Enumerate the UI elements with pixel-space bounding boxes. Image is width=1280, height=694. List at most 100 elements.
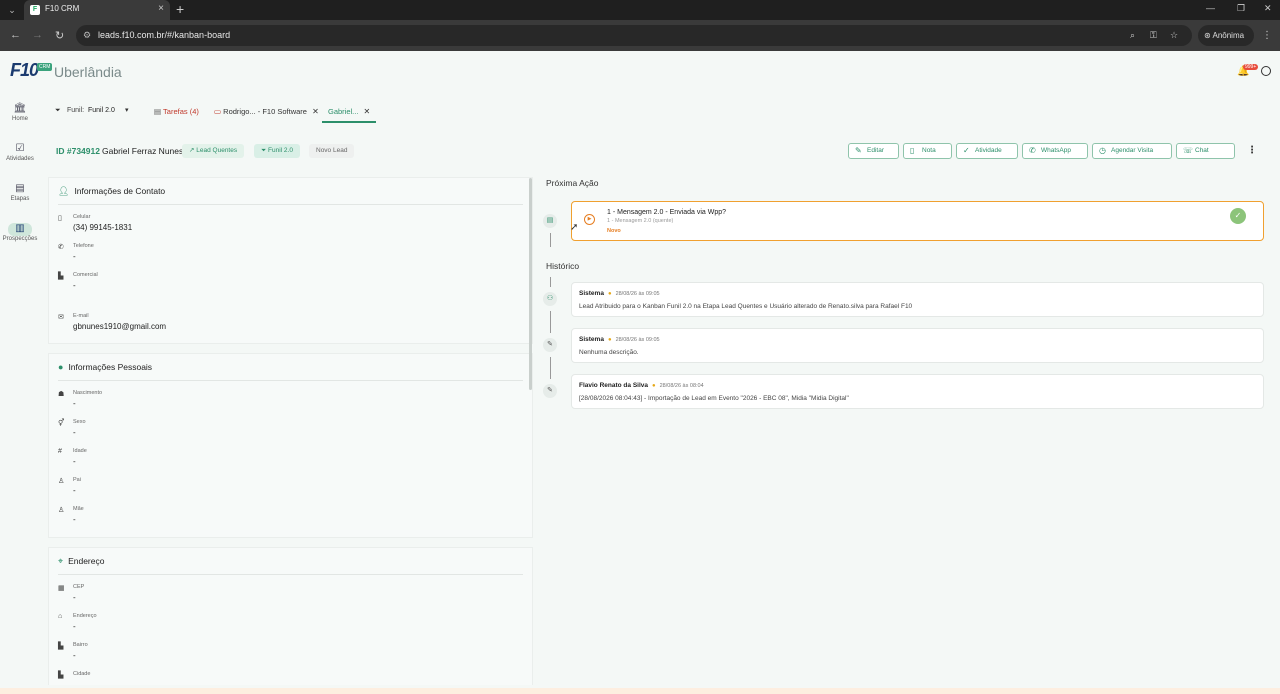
field-label: Endereço — [73, 613, 97, 619]
complete-check-icon[interactable]: ✓ — [1230, 208, 1246, 224]
url-input[interactable]: ⚙ leads.f10.com.br/#/kanban-board ⌕ ⚿ ☆ — [76, 25, 1192, 46]
nota-button[interactable]: ▯ Nota — [903, 143, 952, 159]
incognito-profile-button[interactable]: ⊛ Anônima — [1198, 25, 1254, 46]
more-options-icon[interactable]: ⋮ — [1247, 145, 1257, 156]
history-date: 28/08/26 às 09:05 — [615, 291, 660, 297]
timeline-line — [550, 357, 551, 379]
whatsapp-button[interactable]: ✆ WhatsApp — [1022, 143, 1088, 159]
field-label: Nascimento — [73, 390, 103, 396]
tab-search-icon[interactable]: ⌄ — [4, 3, 20, 17]
assign-user-icon: ⚇ — [543, 292, 557, 306]
zoom-icon[interactable]: ⌕ — [1130, 30, 1135, 41]
forward-icon[interactable]: → — [32, 29, 43, 41]
lead-id: ID #734912 — [56, 146, 100, 156]
tab-label: Rodrigo... - F10 Software — [223, 107, 307, 116]
city-title: Uberlândia — [54, 64, 122, 80]
favicon-icon: F — [30, 5, 40, 15]
play-icon: ▶ — [584, 214, 595, 225]
sidebar-item-label: Etapas — [10, 196, 30, 202]
f10-logo[interactable]: F10 — [10, 60, 39, 81]
stages-icon: ▤ — [15, 183, 25, 194]
profile-label: Anônima — [1212, 31, 1245, 40]
bookmark-star-icon[interactable]: ☆ — [1170, 30, 1178, 41]
field-label: Comercial — [73, 272, 98, 278]
field-value[interactable]: (34) 99145-1831 — [73, 223, 132, 232]
mobile-phone-icon: ▯ — [58, 215, 62, 222]
field-label: Idade — [73, 448, 87, 454]
close-icon[interactable]: ✕ — [364, 107, 371, 116]
next-action-subtitle: 1 - Mensagem 2.0 (quente) — [607, 218, 674, 224]
minimize-icon[interactable]: — — [1206, 3, 1215, 13]
account-icon[interactable] — [1261, 66, 1271, 76]
task-list-icon: ▤ — [154, 107, 164, 116]
family-icon: ♙ — [58, 507, 65, 514]
home-icon: 🏛 — [13, 103, 27, 114]
field-value: - — [73, 252, 76, 261]
mouse-cursor-icon: ➚ — [570, 222, 579, 233]
browser-tab[interactable]: F F10 CRM × — [24, 0, 170, 20]
history-item: Sistema ● 28/08/26 às 09:05 Nenhuma descri… — [571, 328, 1264, 363]
tab-tarefas[interactable]: ▤ Tarefas (4) — [154, 103, 199, 123]
next-action-card[interactable]: ▶ 1 - Mensagem 2.0 - Enviada via Wpp? 1 … — [571, 201, 1264, 241]
chip-lead-quentes: ↗ Lead Quentes — [182, 144, 245, 158]
family-icon: ♙ — [58, 478, 65, 485]
agendar-visita-button[interactable]: ◷ Agendar Visita — [1092, 143, 1172, 159]
sidebar-item-label: Prospecções — [2, 236, 38, 242]
history-author: Sistema — [579, 290, 604, 297]
kanban-icon: ▥ — [8, 223, 32, 236]
maximize-icon[interactable]: ❐ — [1237, 3, 1245, 14]
person-outline-icon: 👤︎ — [58, 186, 70, 196]
atividade-button[interactable]: ✓ Atividade — [956, 143, 1018, 159]
funil-prefix: Funil: — [67, 107, 85, 114]
field-value[interactable]: gbnunes1910@gmail.com — [73, 322, 166, 331]
history-header: Sistema ● 28/08/26 às 09:05 — [579, 290, 660, 297]
chat-button[interactable]: ☏ Chat — [1176, 143, 1235, 159]
building-icon: ▙ — [58, 273, 64, 280]
site-info-icon[interactable]: ⚙ — [83, 30, 91, 41]
tab-gabriel[interactable]: Gabriel... ✕ — [322, 103, 377, 123]
timeline-line — [550, 233, 551, 247]
note-edit-icon: ✎ — [543, 384, 557, 398]
close-icon[interactable]: ✕ — [312, 107, 319, 116]
field-label: CEP — [73, 584, 85, 590]
tab-rodrigo[interactable]: ▭ Rodrigo... - F10 Software ✕ — [214, 103, 319, 123]
field-label: Cidade — [73, 671, 91, 677]
close-tab-icon[interactable]: × — [158, 3, 164, 14]
funil-select[interactable]: ⏷ Funil: Funil 2.0 ▾ — [48, 101, 140, 122]
contact-info-panel: 👤︎ Informações de Contato ▯ Celular (34) … — [48, 177, 533, 344]
filter-icon: ⏷ — [55, 107, 61, 114]
bottom-strip — [0, 688, 1280, 694]
chip-funil: ⏷ Funil 2.0 — [254, 144, 300, 158]
panel-title: ● Informações Pessoais — [58, 362, 153, 372]
close-window-icon[interactable]: ✕ — [1264, 3, 1272, 14]
field-label: Sexo — [73, 419, 86, 425]
status-dot-icon: ● — [607, 337, 612, 343]
lead-name: Gabriel Ferraz Nunes — [102, 146, 184, 156]
back-icon[interactable]: ← — [10, 29, 21, 41]
history-item: Sistema ● 28/08/26 às 09:05 Lead Atribuido… — [571, 282, 1264, 317]
history-text: Nenhuma descrição. — [579, 349, 639, 356]
left-panel-scrollbar[interactable] — [529, 178, 532, 390]
field-label: Celular — [73, 214, 91, 220]
new-tab-button[interactable]: + — [176, 1, 184, 17]
sidebar-item-home[interactable]: 🏛 Home — [0, 103, 40, 122]
pencil-icon: ✎ — [855, 146, 862, 155]
field-label: Pai — [73, 477, 81, 483]
divider — [58, 204, 523, 205]
activity-check-icon: ✓ — [963, 146, 970, 155]
reload-icon[interactable]: ↻ — [55, 29, 64, 42]
url-text: leads.f10.com.br/#/kanban-board — [98, 30, 231, 40]
sidebar-item-prospeccoes[interactable]: ▥ Prospecções — [0, 223, 40, 242]
message-icon: ▤ — [543, 214, 557, 228]
status-dot-icon: ● — [652, 383, 656, 389]
sidebar-item-etapas[interactable]: ▤ Etapas — [0, 183, 40, 202]
field-value: - — [73, 428, 76, 437]
sidebar-item-atividades[interactable]: ☑ Atividades — [0, 143, 40, 162]
password-key-icon[interactable]: ⚿ — [1150, 30, 1157, 41]
editar-button[interactable]: ✎ Editar — [848, 143, 899, 159]
history-date: 28/08/26 às 08:04 — [659, 383, 704, 389]
history-author: Flavio Renato da Silva — [579, 382, 648, 389]
browser-menu-icon[interactable]: ⋮ — [1262, 30, 1272, 41]
field-label: Telefone — [73, 243, 94, 249]
gender-icon: ⚥ — [58, 420, 65, 427]
